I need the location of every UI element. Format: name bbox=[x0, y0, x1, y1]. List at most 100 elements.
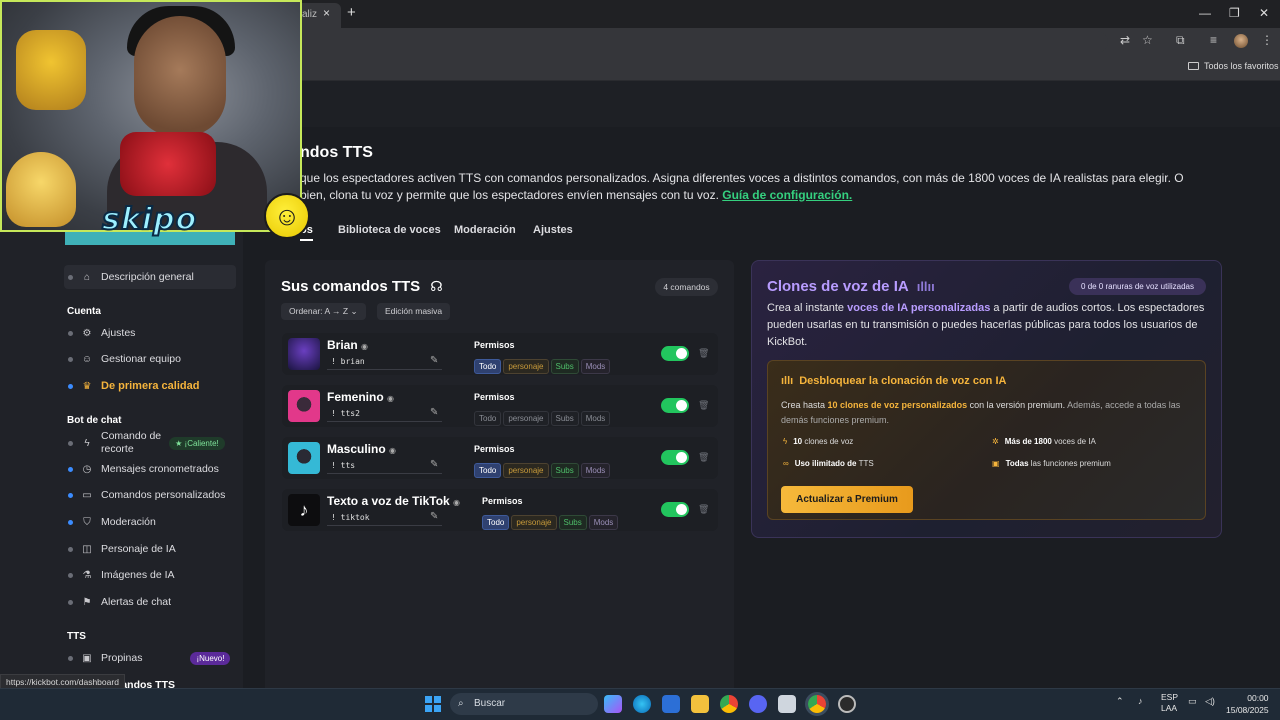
waveform-icon: ıllıı bbox=[916, 279, 935, 294]
sidebar-item-settings[interactable]: ⚙ Ajustes bbox=[68, 323, 135, 343]
chip-all[interactable]: Todo bbox=[482, 515, 510, 530]
bullet bbox=[68, 599, 73, 605]
address-bar[interactable] bbox=[300, 31, 1108, 53]
network-icon[interactable]: ▭ bbox=[1188, 696, 1197, 707]
enable-toggle[interactable] bbox=[661, 502, 689, 517]
chip-subs[interactable]: Subs bbox=[550, 359, 579, 374]
shelf-figure bbox=[16, 30, 86, 110]
setup-guide-link[interactable]: Guía de configuración. bbox=[722, 188, 852, 202]
feature-text: TTS bbox=[856, 459, 874, 468]
edge-icon[interactable] bbox=[633, 695, 651, 713]
file-explorer-icon[interactable] bbox=[691, 695, 709, 713]
chip-mods[interactable]: Mods bbox=[588, 515, 619, 530]
bulk-edit-button[interactable]: Edición masiva bbox=[377, 303, 451, 320]
permission-chips: Todo personaje Subs Mods bbox=[482, 512, 620, 530]
reading-list-icon[interactable]: ≡ bbox=[1210, 33, 1217, 47]
language-indicator[interactable]: ESP LAA bbox=[1161, 692, 1178, 714]
tab-settings[interactable]: Ajustes bbox=[533, 224, 573, 236]
new-badge: ¡Nuevo! bbox=[190, 651, 231, 665]
enable-toggle[interactable] bbox=[661, 450, 689, 465]
browser-menu-icon[interactable]: ⋮ bbox=[1261, 33, 1273, 47]
command-name: Masculino ◉ bbox=[327, 442, 396, 456]
chip-all[interactable]: Todo bbox=[474, 463, 502, 478]
chrome-active-icon[interactable] bbox=[808, 695, 826, 713]
voice-slots-badge: 0 de 0 ranuras de voz utilizadas bbox=[1069, 278, 1206, 295]
microphone-icon[interactable]: ♪ bbox=[1138, 696, 1143, 706]
chip-character[interactable]: personaje bbox=[503, 359, 549, 374]
discord-icon[interactable] bbox=[749, 695, 767, 713]
enable-toggle[interactable] bbox=[661, 398, 689, 413]
tab-close-icon[interactable]: × bbox=[323, 6, 330, 20]
clip-line-2: recorte bbox=[101, 443, 134, 455]
edit-pencil-icon[interactable]: ✎ bbox=[430, 407, 438, 418]
trash-icon[interactable]: 🗑 bbox=[698, 348, 709, 359]
all-bookmarks-button[interactable]: Todos los favoritos bbox=[1188, 61, 1279, 71]
sidebar-item-tips[interactable]: ▣ Propinas ¡Nuevo! bbox=[68, 648, 231, 668]
windows-start-icon[interactable] bbox=[425, 696, 441, 712]
sidebar-item-chat-alerts[interactable]: ⚑ Alertas de chat bbox=[68, 592, 171, 612]
feature-text: voces de IA bbox=[1051, 437, 1096, 446]
sort-value: A → Z bbox=[324, 306, 349, 316]
sidebar-item-ai-images[interactable]: ⚗ Imágenes de IA bbox=[68, 565, 175, 585]
chip-mods[interactable]: Mods bbox=[580, 463, 611, 478]
sidebar-item-manage-team[interactable]: ☺ Gestionar equipo bbox=[68, 349, 181, 369]
extensions-icon[interactable]: ⧉ bbox=[1176, 33, 1185, 48]
chip-all[interactable]: Todo bbox=[474, 411, 502, 426]
volume-icon[interactable]: ◁) bbox=[1205, 696, 1215, 707]
command-trigger[interactable]: ! tts bbox=[331, 461, 355, 470]
chip-all[interactable]: Todo bbox=[474, 359, 502, 374]
chip-character[interactable]: personaje bbox=[511, 515, 557, 530]
chip-character[interactable]: personaje bbox=[503, 411, 549, 426]
store-icon[interactable] bbox=[662, 695, 680, 713]
command-trigger[interactable]: ! tts2 bbox=[331, 409, 360, 418]
browser-tab[interactable]: aliz bbox=[296, 3, 341, 28]
minimize-icon[interactable]: — bbox=[1199, 6, 1211, 20]
flask-icon: ⚗ bbox=[82, 569, 92, 581]
taskbar-search[interactable]: ⌕ Buscar bbox=[450, 693, 598, 715]
tab-voice-library[interactable]: Biblioteca de voces bbox=[338, 224, 441, 236]
chip-subs[interactable]: Subs bbox=[558, 515, 587, 530]
command-name-text: Femenino bbox=[327, 390, 384, 404]
edit-pencil-icon[interactable]: ✎ bbox=[430, 459, 438, 470]
bullet bbox=[68, 383, 73, 389]
command-name-text: Brian bbox=[327, 338, 358, 352]
tray-overflow-icon[interactable]: ⌃ bbox=[1116, 696, 1124, 707]
command-trigger[interactable]: ! brian bbox=[331, 357, 365, 366]
sidebar-item-moderation[interactable]: ⛉ Moderación bbox=[68, 512, 156, 532]
sidebar-item-label: Moderación bbox=[101, 516, 156, 528]
trash-icon[interactable]: 🗑 bbox=[698, 504, 709, 515]
unlock-part: Crea hasta bbox=[781, 400, 828, 410]
chip-mods[interactable]: Mods bbox=[580, 359, 611, 374]
maximize-icon[interactable]: ❐ bbox=[1229, 6, 1240, 20]
profile-avatar[interactable] bbox=[1234, 34, 1248, 48]
chrome-icon[interactable] bbox=[720, 695, 738, 713]
chip-subs[interactable]: Subs bbox=[550, 411, 579, 426]
trash-icon[interactable]: 🗑 bbox=[698, 400, 709, 411]
bookmark-star-icon[interactable]: ☆ bbox=[1142, 33, 1153, 47]
notepad-icon[interactable] bbox=[778, 695, 796, 713]
tab-moderation[interactable]: Moderación bbox=[454, 224, 516, 236]
chip-subs[interactable]: Subs bbox=[550, 463, 579, 478]
trash-icon[interactable]: 🗑 bbox=[698, 452, 709, 463]
chip-mods[interactable]: Mods bbox=[580, 411, 611, 426]
edit-pencil-icon[interactable]: ✎ bbox=[430, 511, 438, 522]
copilot-icon[interactable] bbox=[604, 695, 622, 713]
sidebar-item-custom-commands[interactable]: ▭ Comandos personalizados bbox=[68, 485, 225, 505]
sidebar-item-premium[interactable]: ♛ De primera calidad bbox=[68, 376, 199, 396]
obs-icon[interactable] bbox=[838, 695, 856, 713]
chip-character[interactable]: personaje bbox=[503, 463, 549, 478]
window-close-icon[interactable]: ✕ bbox=[1259, 6, 1269, 20]
upgrade-premium-button[interactable]: Actualizar a Premium bbox=[781, 486, 913, 513]
sidebar-heading-account: Cuenta bbox=[67, 306, 101, 317]
enable-toggle[interactable] bbox=[661, 346, 689, 361]
sidebar-item-overview[interactable]: ⌂ Descripción general bbox=[68, 267, 194, 287]
sidebar-item-clip-command[interactable]: ϟ Comando de recorte ★ ¡Caliente! bbox=[68, 430, 225, 456]
command-trigger[interactable]: ! tiktok bbox=[331, 513, 370, 522]
sort-dropdown[interactable]: Ordenar: A → Z ⌄ bbox=[281, 303, 366, 320]
edit-pencil-icon[interactable]: ✎ bbox=[430, 355, 438, 366]
new-tab-icon[interactable]: + bbox=[347, 4, 356, 21]
taskbar-clock[interactable]: 00:00 15/08/2025 bbox=[1226, 692, 1269, 716]
translate-icon[interactable]: ⇄ bbox=[1120, 33, 1130, 47]
sidebar-item-timers[interactable]: ◷ Mensajes cronometrados bbox=[68, 459, 219, 479]
sidebar-item-ai-character[interactable]: ◫ Personaje de IA bbox=[68, 539, 176, 559]
